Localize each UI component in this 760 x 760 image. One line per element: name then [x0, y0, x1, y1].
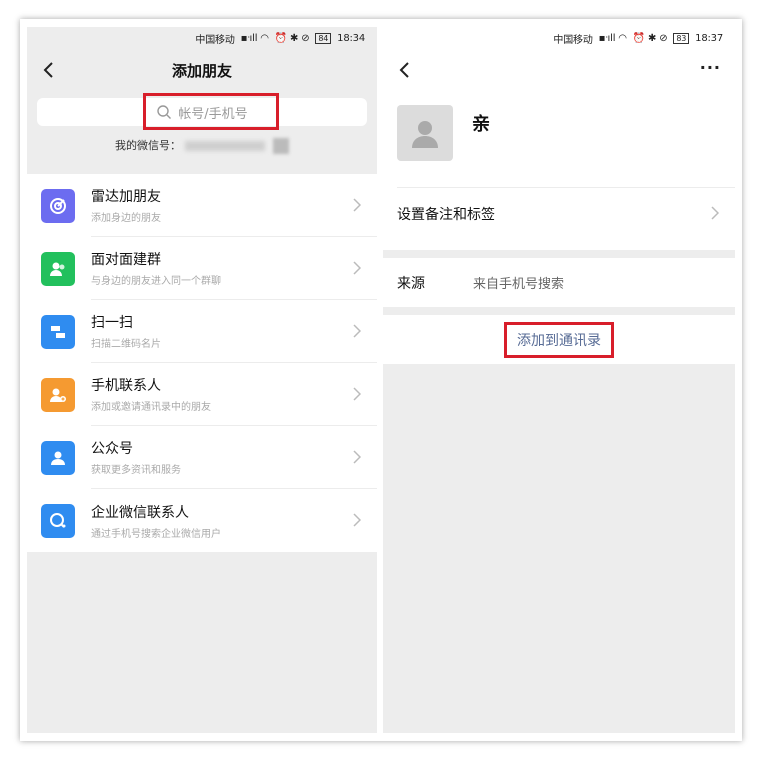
menu-item-title: 手机联系人 — [91, 378, 161, 394]
menu-item-title: 面对面建群 — [91, 252, 161, 268]
add-friend-screen: 中国移动 ▪ᐧıll ◠ ⏰ ✱ ⊘ 84 18:34 添加朋友 帐号/手机号 … — [27, 27, 377, 733]
menu-item-subtitle: 添加身边的朋友 — [91, 213, 161, 224]
radar-icon — [41, 188, 75, 223]
profile-card: 亲 设置备注和标签 — [383, 90, 735, 250]
my-wechat-id: 我的微信号： — [27, 137, 377, 157]
contacts-icon — [41, 377, 75, 412]
signal-indicator: ▪ᐧıll ◠ — [598, 33, 627, 44]
chevron-right-icon — [353, 387, 361, 401]
carrier-label: 中国移动 — [553, 35, 593, 46]
menu-item-title: 公众号 — [91, 441, 133, 457]
contact-profile-screen: 中国移动 ▪ᐧıll ◠ ⏰ ✱ ⊘ 83 18:37 ··· 亲 设置备注和标… — [383, 27, 735, 733]
menu-item-subtitle: 获取更多资讯和服务 — [91, 465, 181, 476]
chevron-right-icon — [353, 324, 361, 338]
section-gap — [383, 250, 735, 258]
add-to-contacts-button[interactable]: 添加到通讯录 — [504, 321, 614, 358]
signal-indicator: ▪ᐧıll ◠ — [240, 33, 269, 44]
menu-item-official-accounts[interactable]: 公众号获取更多资讯和服务 — [27, 426, 377, 489]
section-gap — [383, 307, 735, 315]
screenshot-frame: 中国移动 ▪ᐧıll ◠ ⏰ ✱ ⊘ 84 18:34 添加朋友 帐号/手机号 … — [20, 19, 742, 741]
back-icon[interactable] — [39, 60, 59, 80]
wechat-id-label: 我的微信号： — [115, 139, 181, 152]
source-value: 来自手机号搜索 — [473, 277, 565, 292]
contact-name: 亲 — [472, 114, 490, 135]
alarm-icon: ⏰ ✱ ⊘ — [632, 33, 668, 44]
chevron-right-icon — [353, 513, 361, 527]
source-row: 来源 来自手机号搜索 — [383, 258, 735, 307]
search-input[interactable]: 帐号/手机号 — [37, 93, 367, 130]
menu-item-subtitle: 与身边的朋友进入同一个群聊 — [91, 276, 221, 287]
page-title: 添加朋友 — [171, 61, 232, 80]
carrier-label: 中国移动 — [195, 35, 235, 46]
battery-icon: 83 — [673, 33, 690, 44]
nav-bar: 添加朋友 — [27, 50, 377, 90]
group-icon — [41, 251, 75, 286]
status-bar: 中国移动 ▪ᐧıll ◠ ⏰ ✱ ⊘ 84 18:34 — [27, 27, 377, 50]
chevron-right-icon — [353, 261, 361, 275]
back-icon[interactable] — [395, 60, 415, 80]
add-to-contacts-row: 添加到通讯录 — [383, 315, 735, 364]
chevron-right-icon — [711, 206, 719, 220]
add-friend-menu: 雷达加朋友添加身边的朋友 面对面建群与身边的朋友进入同一个群聊 扫一扫扫描二维码… — [27, 174, 377, 552]
work-wechat-icon — [41, 503, 75, 538]
menu-item-radar[interactable]: 雷达加朋友添加身边的朋友 — [27, 174, 377, 237]
menu-item-subtitle: 扫描二维码名片 — [91, 339, 161, 350]
time-label: 18:37 — [695, 33, 723, 44]
menu-item-face-to-face[interactable]: 面对面建群与身边的朋友进入同一个群聊 — [27, 237, 377, 300]
alarm-icon: ⏰ ✱ ⊘ — [274, 33, 310, 44]
remark-label: 设置备注和标签 — [397, 207, 495, 223]
status-bar: 中国移动 ▪ᐧıll ◠ ⏰ ✱ ⊘ 83 18:37 — [383, 27, 735, 50]
battery-icon: 84 — [315, 33, 332, 44]
wechat-id-blurred — [185, 141, 265, 151]
remark-and-tags-row[interactable]: 设置备注和标签 — [383, 188, 735, 240]
menu-item-subtitle: 添加或邀请通讯录中的朋友 — [91, 402, 211, 413]
menu-item-scan[interactable]: 扫一扫扫描二维码名片 — [27, 300, 377, 363]
chevron-right-icon — [353, 198, 361, 212]
scan-icon — [41, 314, 75, 349]
avatar — [397, 105, 453, 161]
menu-item-title: 企业微信联系人 — [91, 504, 189, 521]
time-label: 18:34 — [337, 33, 365, 44]
menu-item-subtitle: 通过手机号搜索企业微信用户 — [91, 528, 221, 540]
menu-item-title: 扫一扫 — [91, 315, 133, 331]
nav-bar: ··· — [383, 50, 735, 90]
menu-item-phone-contacts[interactable]: 手机联系人添加或邀请通讯录中的朋友 — [27, 363, 377, 426]
menu-item-work-wechat[interactable]: 企业微信联系人通过手机号搜索企业微信用户 — [27, 489, 377, 552]
chevron-right-icon — [353, 450, 361, 464]
more-options-icon[interactable]: ··· — [700, 58, 721, 77]
source-label: 来源 — [397, 275, 425, 292]
search-highlight-box — [143, 93, 279, 130]
qrcode-icon[interactable] — [273, 138, 289, 154]
menu-item-title: 雷达加朋友 — [91, 189, 161, 205]
official-account-icon — [41, 440, 75, 475]
